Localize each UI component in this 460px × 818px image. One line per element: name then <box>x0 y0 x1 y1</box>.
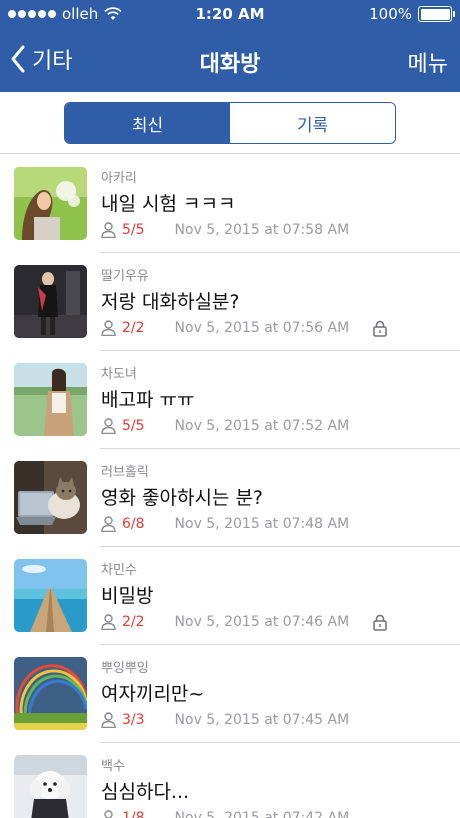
chat-room-row[interactable]: 딸기우유 저랑 대화하실분? 2/2 Nov 5, 2015 at 07:56 … <box>0 253 460 351</box>
person-icon <box>101 516 116 532</box>
member-count: 5/5 <box>122 222 145 238</box>
room-title: 내일 시험 ㅋㅋㅋ <box>101 193 236 215</box>
chat-room-row[interactable]: 차도녀 배고파 ㅠㅠ 5/5 Nov 5, 2015 at 07:52 AM <box>0 351 460 449</box>
chat-room-row[interactable]: 뿌잉뿌잉 여자끼리만~ 3/3 Nov 5, 2015 at 07:45 AM <box>0 645 460 743</box>
room-date: Nov 5, 2015 at 07:42 AM <box>174 810 350 818</box>
chat-room-row[interactable]: 러브홀릭 영화 좋아하시는 분? 6/8 Nov 5, 2015 at 07:4… <box>0 449 460 547</box>
pier-ocean-thumbnail <box>14 559 87 632</box>
person-icon <box>104 810 113 818</box>
member-count: 6/8 <box>122 516 145 532</box>
member-count: 1/8 <box>122 810 145 818</box>
segment-history[interactable]: 기록 <box>230 103 395 143</box>
chat-room-list: 아카리 내일 시험 ㅋㅋㅋ 5/5 Nov 5, 2015 at 07:58 A… <box>0 155 460 818</box>
girl-blowing-dandelion-thumbnail <box>14 167 87 240</box>
room-author: 아카리 <box>101 171 137 186</box>
room-meta: 2/2 Nov 5, 2015 at 07:56 AM <box>101 320 349 336</box>
segment-bar: 최신 기록 <box>0 92 460 154</box>
room-date: Nov 5, 2015 at 07:52 AM <box>174 418 350 434</box>
room-meta: 5/5 Nov 5, 2015 at 07:52 AM <box>101 418 349 434</box>
room-title: 비밀방 <box>101 585 154 607</box>
room-meta: 6/8 Nov 5, 2015 at 07:48 AM <box>101 516 349 532</box>
member-count: 2/2 <box>122 320 145 336</box>
room-title: 배고파 ㅠㅠ <box>101 389 195 411</box>
segmented-control: 최신 기록 <box>64 102 396 144</box>
person-icon <box>101 320 116 336</box>
chat-room-row[interactable]: 차민수 비밀방 2/2 Nov 5, 2015 at 07:46 AM <box>0 547 460 645</box>
room-meta: 5/5 Nov 5, 2015 at 07:58 AM <box>101 222 349 238</box>
person-icon <box>101 712 116 728</box>
room-title: 영화 좋아하시는 분? <box>101 487 264 509</box>
lock-icon <box>373 614 387 631</box>
battery-icon <box>418 6 455 22</box>
person-icon <box>101 222 116 238</box>
room-date: Nov 5, 2015 at 07:48 AM <box>174 516 350 532</box>
room-title: 심심하다... <box>101 781 190 803</box>
room-title: 여자끼리만~ <box>101 683 205 705</box>
nav-bar: 기타 대화방 메뉴 <box>0 30 460 92</box>
room-date: Nov 5, 2015 at 07:56 AM <box>174 320 350 336</box>
room-meta: 3/3 Nov 5, 2015 at 07:45 AM <box>101 712 349 728</box>
room-meta: 1/8 Nov 5, 2015 at 07:42 AM <box>101 810 349 818</box>
member-count: 5/5 <box>122 418 145 434</box>
status-bar: olleh 1:20 AM 100% <box>0 0 460 30</box>
room-author: 차민수 <box>101 563 137 578</box>
white-dog-thumbnail <box>14 755 87 818</box>
back-label: 기타 <box>32 49 73 74</box>
room-meta: 2/2 Nov 5, 2015 at 07:46 AM <box>101 614 349 630</box>
room-date: Nov 5, 2015 at 07:58 AM <box>174 222 350 238</box>
room-author: 딸기우유 <box>101 269 149 284</box>
chevron-left-icon <box>11 45 25 73</box>
lock-icon <box>373 320 387 337</box>
menu-button[interactable]: 메뉴 <box>408 46 448 78</box>
person-icon <box>101 418 116 434</box>
segment-recent[interactable]: 최신 <box>65 103 230 143</box>
cat-with-laptop-thumbnail <box>14 461 87 534</box>
girl-dark-street-thumbnail <box>14 265 87 338</box>
room-author: 차도녀 <box>101 367 137 382</box>
room-author: 러브홀릭 <box>101 465 149 480</box>
room-title: 저랑 대화하실분? <box>101 291 240 313</box>
rainbow-landscape-thumbnail <box>14 657 87 730</box>
person-icon <box>101 614 116 630</box>
room-author: 백수 <box>101 759 125 774</box>
chat-room-row[interactable]: 아카리 내일 시험 ㅋㅋㅋ 5/5 Nov 5, 2015 at 07:58 A… <box>0 155 460 253</box>
battery-status: 100% <box>369 5 455 23</box>
battery-percent: 100% <box>369 5 412 23</box>
room-author: 뿌잉뿌잉 <box>101 661 149 676</box>
woman-in-field-thumbnail <box>14 363 87 436</box>
member-count: 2/2 <box>122 614 145 630</box>
back-button[interactable]: 기타 <box>10 43 72 75</box>
chat-room-row[interactable]: 백수 심심하다... 1/8 Nov 5, 2015 at 07:42 AM <box>0 743 460 818</box>
room-date: Nov 5, 2015 at 07:46 AM <box>174 614 350 630</box>
member-count: 3/3 <box>122 712 145 728</box>
room-date: Nov 5, 2015 at 07:45 AM <box>174 712 350 728</box>
